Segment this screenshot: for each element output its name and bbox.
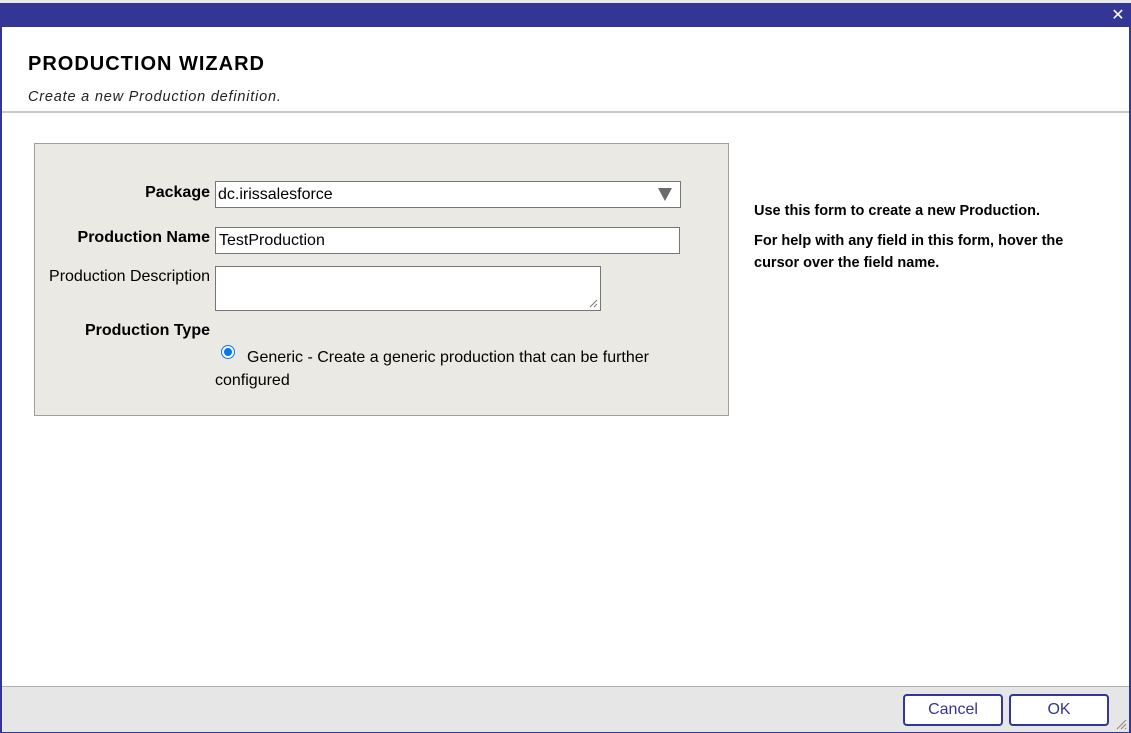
chevron-down-icon — [658, 188, 672, 201]
page-title: PRODUCTION WIZARD — [28, 53, 265, 75]
cancel-button[interactable]: Cancel — [903, 694, 1003, 726]
generic-type-option-label: Generic - Create a generic production th… — [215, 349, 649, 389]
form-panel: Package dc.irissalesforce Production Nam… — [34, 143, 729, 416]
dialog-titlebar: ✕ — [2, 5, 1129, 27]
production-description-textarea[interactable] — [215, 266, 601, 311]
resize-grip-icon — [589, 299, 598, 308]
package-select[interactable]: dc.irissalesforce — [215, 181, 681, 208]
page-subtitle: Create a new Production definition. — [28, 89, 282, 105]
help-line-2: For help with any field in this form, ho… — [754, 233, 1064, 271]
ok-button[interactable]: OK — [1009, 694, 1109, 726]
dialog-footer: Cancel OK — [2, 686, 1129, 732]
production-name-label: Production Name — [77, 229, 210, 246]
production-type-label: Production Type — [84, 322, 210, 339]
package-label: Package — [145, 184, 210, 201]
production-description-label: Production Description — [49, 268, 210, 285]
wizard-header: PRODUCTION WIZARD Create a new Productio… — [2, 27, 1129, 113]
production-wizard-dialog: ✕ PRODUCTION WIZARD Create a new Product… — [0, 3, 1131, 733]
close-icon[interactable]: ✕ — [1110, 5, 1126, 25]
window-resize-grip-icon[interactable] — [1115, 718, 1127, 730]
help-text: Use this form to create a new Production… — [754, 200, 1104, 282]
package-select-value: dc.irissalesforce — [218, 186, 333, 203]
help-line-1: Use this form to create a new Production… — [754, 203, 1041, 219]
production-name-input[interactable] — [215, 227, 680, 254]
